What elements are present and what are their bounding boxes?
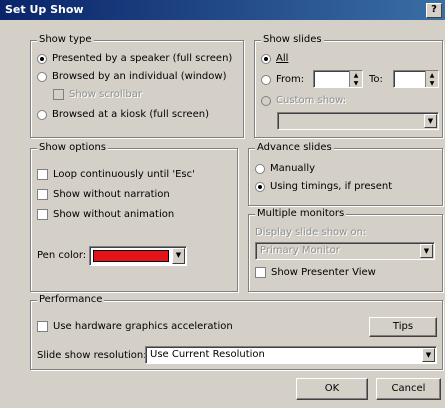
multiple-monitors-legend: Multiple monitors <box>255 208 347 219</box>
radio-selected-icon <box>261 53 271 64</box>
radio-icon <box>261 74 271 85</box>
presenter-view-checkbox[interactable]: Show Presenter View <box>255 267 376 278</box>
checkbox-label: Show without animation <box>53 209 175 220</box>
performance-legend: Performance <box>37 294 105 305</box>
checkbox-label: Loop continuously until 'Esc' <box>53 169 195 180</box>
radio-using-timings[interactable]: Using timings, if present <box>255 181 392 192</box>
to-input[interactable]: ▲ ▼ <box>393 70 439 88</box>
checkbox-icon <box>37 209 48 220</box>
radio-icon <box>37 109 47 120</box>
radio-label: All <box>276 53 289 64</box>
resolution-dropdown[interactable]: Use Current Resolution ▼ <box>145 346 437 364</box>
display-slide-show-label: Display slide show on: <box>255 227 367 238</box>
multiple-monitors-group: Multiple monitors Display slide show on:… <box>248 208 443 292</box>
performance-group: Performance Use hardware graphics accele… <box>30 294 443 370</box>
show-type-group: Show type Presented by a speaker (full s… <box>30 34 244 138</box>
resolution-label: Slide show resolution: <box>37 350 147 361</box>
radio-label: Manually <box>270 163 316 174</box>
cancel-button[interactable]: Cancel <box>376 378 441 400</box>
show-slides-group: Show slides All From: ▲ ▼ To: ▲ ▼ Custom… <box>254 34 443 138</box>
checkbox-label: Show Presenter View <box>271 267 376 278</box>
custom-show-dropdown[interactable]: ▼ <box>277 112 439 130</box>
radio-selected-icon <box>37 53 47 64</box>
resolution-value: Use Current Resolution <box>150 349 265 360</box>
checkbox-icon <box>255 267 266 278</box>
help-button[interactable]: ? <box>426 3 442 18</box>
without-narration-checkbox[interactable]: Show without narration <box>37 189 170 200</box>
pen-color-label: Pen color: <box>37 250 87 261</box>
checkbox-icon <box>37 189 48 200</box>
spin-up-icon[interactable]: ▲ <box>426 71 438 79</box>
radio-label: Browsed at a kiosk (full screen) <box>52 109 209 120</box>
radio-icon <box>37 71 47 82</box>
radio-from-slides[interactable]: From: <box>261 74 304 85</box>
radio-icon <box>261 95 271 106</box>
pen-color-dropdown[interactable]: ▼ <box>89 246 187 266</box>
chevron-down-icon[interactable]: ▼ <box>172 248 185 264</box>
loop-checkbox[interactable]: Loop continuously until 'Esc' <box>37 169 195 180</box>
radio-browsed-by-individual[interactable]: Browsed by an individual (window) <box>37 71 226 82</box>
checkbox-icon <box>37 169 48 180</box>
checkbox-label: Show scrollbar <box>69 89 143 100</box>
pen-color-swatch <box>93 250 169 262</box>
ok-button[interactable]: OK <box>296 378 368 400</box>
from-spinner[interactable]: ▲ ▼ <box>349 71 362 87</box>
from-input[interactable]: ▲ ▼ <box>313 70 363 88</box>
display-monitor-value: Primary Monitor <box>260 245 340 256</box>
radio-label: Presented by a speaker (full screen) <box>52 53 233 64</box>
radio-browsed-at-kiosk[interactable]: Browsed at a kiosk (full screen) <box>37 109 209 120</box>
show-slides-legend: Show slides <box>261 34 324 45</box>
advance-slides-legend: Advance slides <box>255 142 334 153</box>
chevron-down-icon[interactable]: ▼ <box>420 244 433 258</box>
spin-down-icon[interactable]: ▼ <box>426 79 438 87</box>
spin-down-icon[interactable]: ▼ <box>350 79 362 87</box>
spin-up-icon[interactable]: ▲ <box>350 71 362 79</box>
hardware-acceleration-checkbox[interactable]: Use hardware graphics acceleration <box>37 321 233 332</box>
radio-label: Using timings, if present <box>270 181 393 192</box>
advance-slides-group: Advance slides Manually Using timings, i… <box>248 142 443 206</box>
radio-selected-icon <box>255 181 265 192</box>
chevron-down-icon[interactable]: ▼ <box>424 114 437 128</box>
display-monitor-dropdown[interactable]: Primary Monitor ▼ <box>255 242 435 260</box>
radio-label: Browsed by an individual (window) <box>52 71 227 82</box>
dialog-title: Set Up Show <box>5 3 84 16</box>
radio-label: Custom show: <box>276 95 347 106</box>
to-spinner[interactable]: ▲ ▼ <box>425 71 438 87</box>
radio-presented-by-speaker[interactable]: Presented by a speaker (full screen) <box>37 53 232 64</box>
show-type-legend: Show type <box>37 34 94 45</box>
radio-all-slides[interactable]: All <box>261 53 288 64</box>
show-scrollbar-checkbox[interactable]: Show scrollbar <box>53 89 142 100</box>
checkbox-label: Show without narration <box>53 189 170 200</box>
tips-button[interactable]: Tips <box>369 317 437 337</box>
to-label: To: <box>369 74 383 85</box>
radio-manually[interactable]: Manually <box>255 163 315 174</box>
radio-custom-show[interactable]: Custom show: <box>261 95 346 106</box>
chevron-down-icon[interactable]: ▼ <box>422 348 435 362</box>
show-options-group: Show options Loop continuously until 'Es… <box>30 142 238 292</box>
radio-label: From: <box>276 74 305 85</box>
checkbox-label: Use hardware graphics acceleration <box>53 321 233 332</box>
show-options-legend: Show options <box>37 142 108 153</box>
checkbox-icon <box>53 89 64 100</box>
set-up-show-dialog: Set Up Show ? Show type Presented by a s… <box>0 0 445 408</box>
checkbox-icon <box>37 321 48 332</box>
title-bar: Set Up Show ? <box>0 0 445 20</box>
radio-icon <box>255 163 265 174</box>
without-animation-checkbox[interactable]: Show without animation <box>37 209 174 220</box>
